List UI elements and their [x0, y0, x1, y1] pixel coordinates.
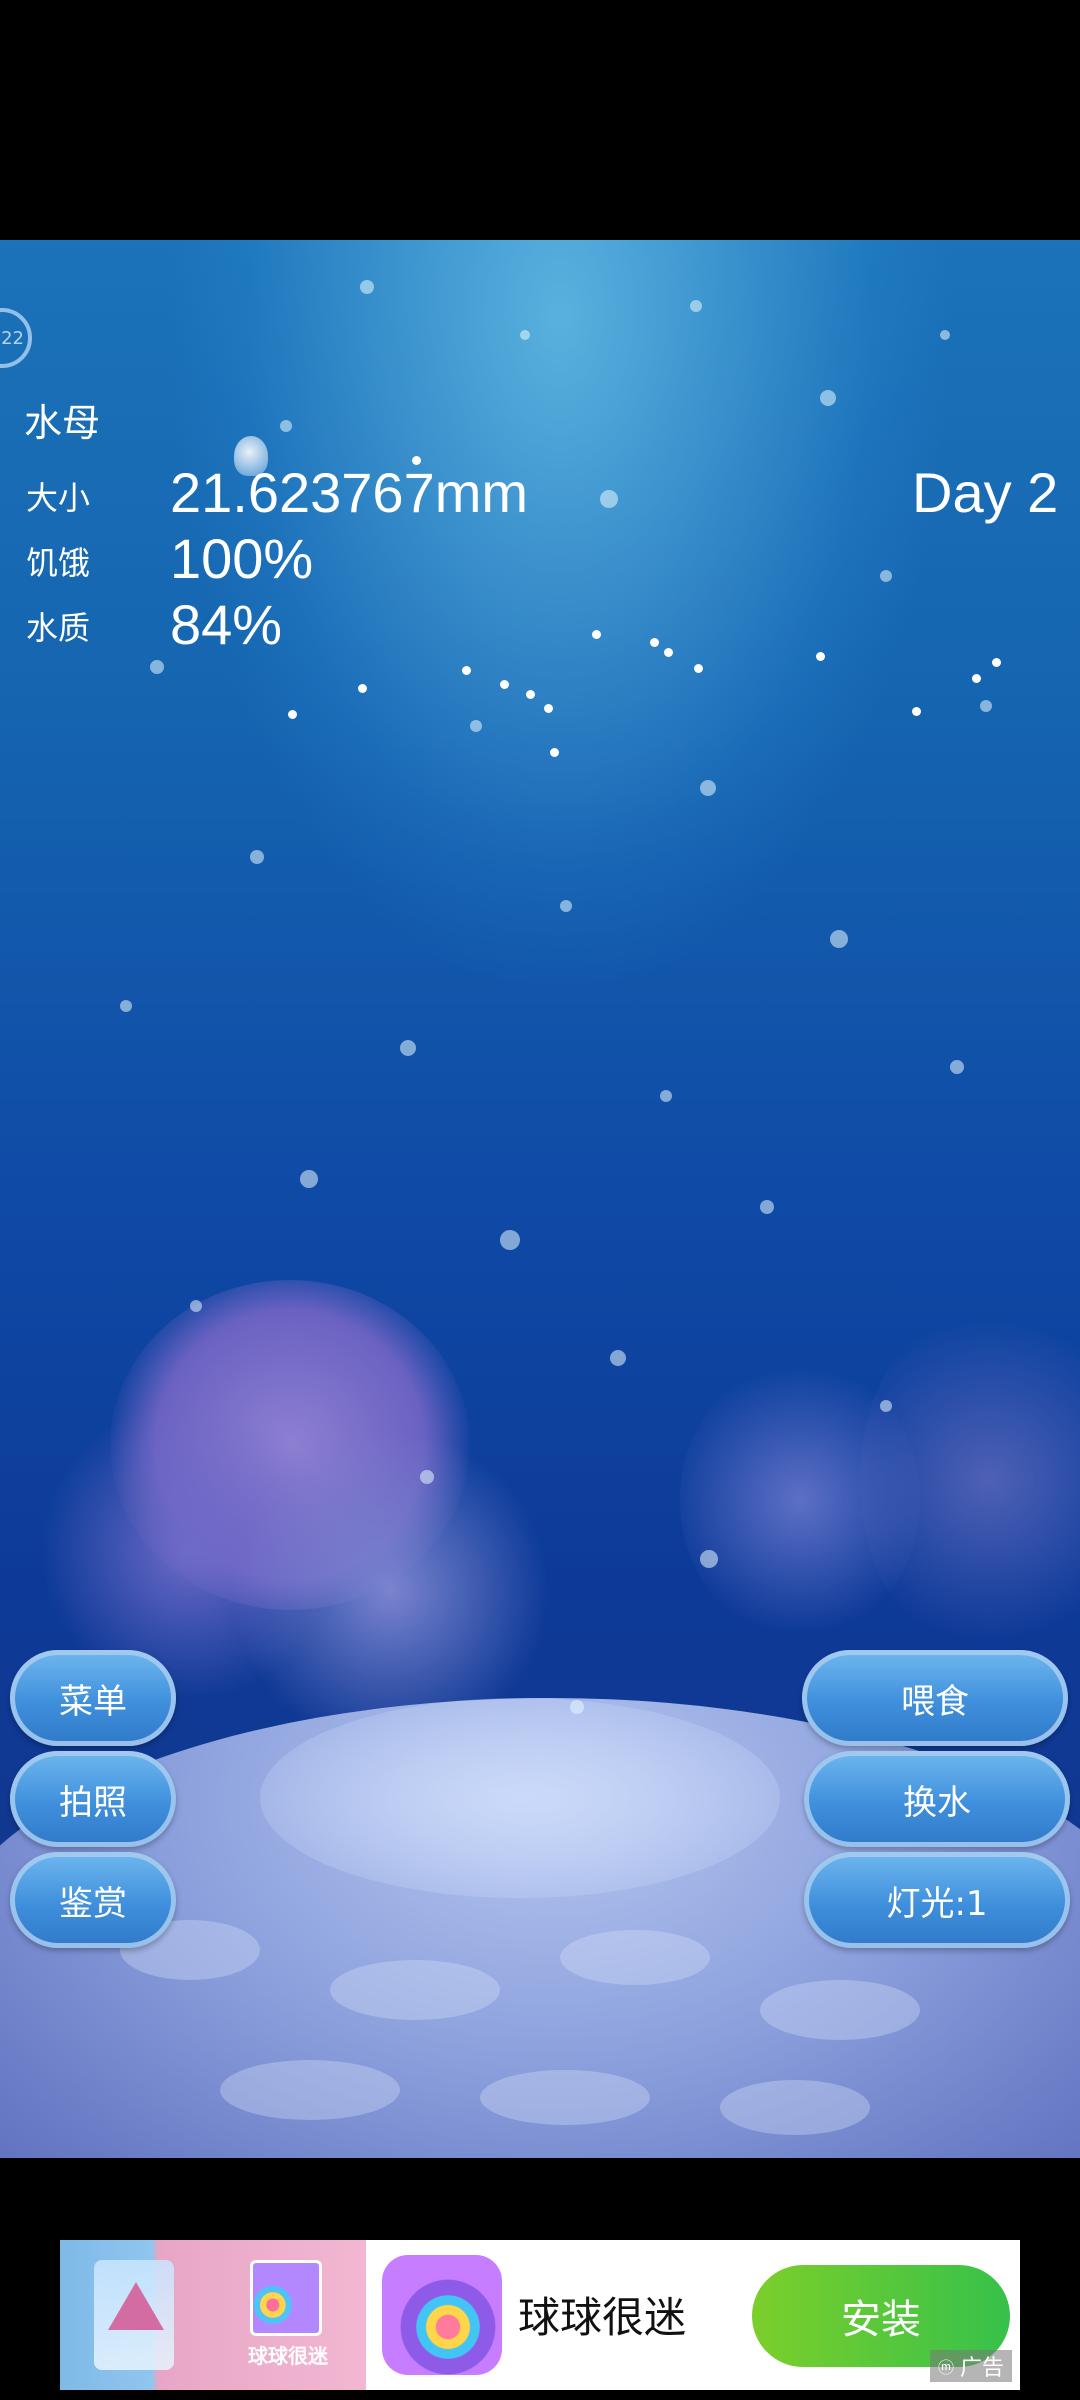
ad-tag-text: 广告 — [959, 2356, 1004, 2381]
ad-label[interactable]: ⓜ 广告 — [929, 2350, 1012, 2382]
ad-banner[interactable]: 球球很迷 球球很迷 安装 ⓜ 广告 — [60, 2240, 1020, 2390]
ad-app-name[interactable]: 球球很迷 — [518, 2284, 686, 2345]
triangle-shape — [108, 2282, 164, 2330]
ad-image[interactable]: 球球很迷 — [60, 2240, 366, 2390]
light-button[interactable]: 灯光:1 — [804, 1852, 1070, 1948]
hunger-label: 饥饿 — [26, 544, 91, 582]
change-water-button[interactable]: 换水 — [804, 1751, 1070, 1847]
water-quality-label: 水质 — [26, 609, 91, 647]
water-quality-value: 84% — [170, 593, 283, 656]
photo-button[interactable]: 拍照 — [10, 1751, 176, 1847]
feed-button[interactable]: 喂食 — [802, 1650, 1068, 1746]
ball-box-icon — [250, 2260, 322, 2336]
creature-name: 水母 — [24, 401, 101, 445]
ad-mark-icon: ⓜ — [937, 2358, 954, 2377]
appreciate-button[interactable]: 鉴赏 — [10, 1852, 176, 1948]
app-icon[interactable] — [382, 2255, 502, 2375]
size-value: 21.623767mm — [170, 461, 529, 524]
hunger-value: 100% — [170, 527, 314, 590]
size-label: 大小 — [26, 479, 91, 517]
day-counter: Day 2 — [912, 461, 1059, 524]
sand-highlight — [260, 1698, 780, 1898]
ad-image-caption: 球球很迷 — [248, 2344, 328, 2368]
menu-button[interactable]: 菜单 — [10, 1650, 176, 1746]
ring-text: 22 — [1, 327, 24, 349]
